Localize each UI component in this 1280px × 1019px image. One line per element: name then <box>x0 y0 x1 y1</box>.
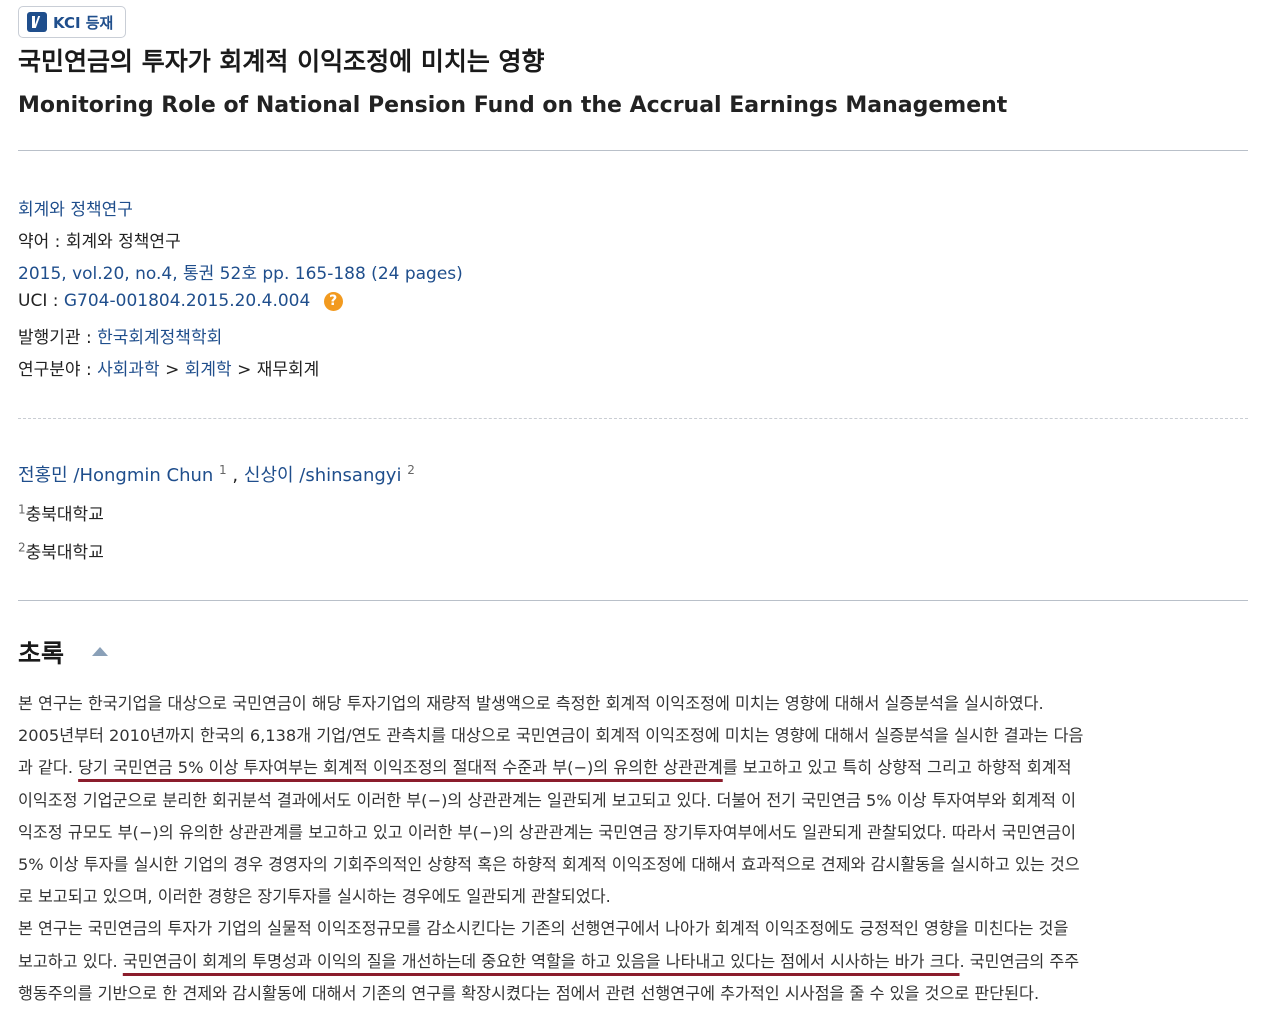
abbreviation-row: 약어 : 회계와 정책연구 <box>18 227 181 252</box>
abstract-text-segment: 본 연구는 국민연금의 투자가 기업의 실물적 이익조정규모를 감소시킨다는 기… <box>18 919 1069 939</box>
kci-badge: KCI 등재 <box>18 6 126 38</box>
field-link-social-science[interactable]: 사회과학 <box>97 360 160 380</box>
abstract-text-segment: 로 보고되고 있으며, 이러한 경향은 장기투자를 실시하는 경우에도 일관되게… <box>18 887 611 907</box>
abstract-text-segment: 행동주의를 기반으로 한 견제와 감시활동에 대해서 기존의 연구를 확장시켰다… <box>18 983 1040 1003</box>
abstract-line: 로 보고되고 있으며, 이러한 경향은 장기투자를 실시하는 경우에도 일관되게… <box>18 881 1248 913</box>
abstract-text-segment: 5% 이상 투자를 실시한 기업의 경우 경영자의 기회주의적인 상향적 혹은 … <box>18 854 1080 874</box>
abstract-line: 행동주의를 기반으로 한 견제와 감시활동에 대해서 기존의 연구를 확장시켰다… <box>18 978 1248 1010</box>
abstract-heading: 초록 <box>18 639 65 668</box>
abstract-line: 본 연구는 한국기업을 대상으로 국민연금이 해당 투자기업의 재량적 발생액으… <box>18 688 1248 720</box>
author-affiliation-number: 2 <box>407 463 415 477</box>
journal-name-row: 회계와 정책연구 <box>18 195 133 220</box>
breadcrumb-separator: > <box>237 360 252 380</box>
abstract-line: 익조정 규모도 부(−)의 유의한 상관관계를 보고하고 있고 이러한 부(−)… <box>18 817 1248 849</box>
journal-name-link[interactable]: 회계와 정책연구 <box>18 200 133 220</box>
abstract-line: 보고하고 있다. 국민연금이 회계의 투명성과 이익의 질을 개선하는데 중요한… <box>18 946 1248 978</box>
badge-label: KCI 등재 <box>53 13 114 32</box>
publisher-label: 발행기관 : <box>18 328 92 348</box>
publisher-row: 발행기관 : 한국회계정책학회 <box>18 323 222 348</box>
highlighted-text: 국민연금이 회계의 투명성과 이익의 질을 개선하는데 중요한 역할을 하고 있… <box>122 951 960 971</box>
abstract-text-segment: 2005년부터 2010년까지 한국의 6,138개 기업/연도 관측치를 대상… <box>18 726 1084 746</box>
uci-link[interactable]: G704-001804.2015.20.4.004 <box>64 291 310 311</box>
author-affiliation-number: 1 <box>219 463 227 477</box>
question-circle-icon[interactable]: ? <box>323 292 343 311</box>
affiliation-name: 충북대학교 <box>25 505 104 525</box>
abstract-text-segment: 과 같다. <box>18 758 79 778</box>
issue-link[interactable]: 2015, vol.20, no.4, 통권 52호 pp. 165-188 (… <box>18 264 463 284</box>
research-field-row: 연구분야 : 사회과학 > 회계학 > 재무회계 <box>18 355 319 380</box>
abbreviation-label: 약어 : <box>18 232 61 252</box>
author-separator: , <box>232 465 239 486</box>
abstract-line: 이익조정 기업군으로 분리한 회귀분석 결과에서도 이러한 부(−)의 상관관계… <box>18 785 1248 817</box>
affiliation-number: 1 <box>18 502 26 517</box>
kci-logo-icon <box>27 12 47 32</box>
abstract-text-segment: . 국민연금의 주주 <box>959 951 1080 971</box>
abstract-line: 2005년부터 2010년까지 한국의 6,138개 기업/연도 관측치를 대상… <box>18 720 1248 752</box>
field-financial-accounting: 재무회계 <box>256 360 320 380</box>
abstract-text: 본 연구는 한국기업을 대상으로 국민연금이 해당 투자기업의 재량적 발생액으… <box>18 688 1248 1010</box>
author-link[interactable]: 전홍민 /Hongmin Chun <box>18 465 213 486</box>
breadcrumb-separator: > <box>165 360 180 380</box>
authors-row: 전홍민 /Hongmin Chun 1 , 신상이 /shinsangyi 2 <box>18 461 415 487</box>
affiliation-row: 2충북대학교 <box>18 538 104 563</box>
affiliation-name: 충북대학교 <box>25 543 104 563</box>
abstract-line: 본 연구는 국민연금의 투자가 기업의 실물적 이익조정규모를 감소시킨다는 기… <box>18 913 1248 945</box>
abstract-text-segment: 보고하고 있다. <box>18 951 123 971</box>
abstract-text-segment: 를 보고하고 있고 특히 상향적 그리고 하향적 회계적 <box>722 758 1072 778</box>
uci-label: UCI : <box>18 291 59 311</box>
issue-row: 2015, vol.20, no.4, 통권 52호 pp. 165-188 (… <box>18 259 463 284</box>
abstract-line: 5% 이상 투자를 실시한 기업의 경우 경영자의 기회주의적인 상향적 혹은 … <box>18 849 1248 881</box>
divider <box>18 418 1248 419</box>
page-title: 국민연금의 투자가 회계적 이익조정에 미치는 영향 <box>18 47 545 76</box>
divider <box>18 600 1248 601</box>
field-label: 연구분야 : <box>18 360 92 380</box>
uci-row: UCI : G704-001804.2015.20.4.004 ? <box>18 291 343 311</box>
abbreviation-value: 회계와 정책연구 <box>65 232 181 252</box>
author-link[interactable]: 신상이 /shinsangyi <box>244 465 402 486</box>
abstract-text-segment: 이익조정 기업군으로 분리한 회귀분석 결과에서도 이러한 부(−)의 상관관계… <box>18 790 1077 810</box>
english-title: Monitoring Role of National Pension Fund… <box>18 93 1008 118</box>
collapse-toggle-icon[interactable] <box>92 647 108 656</box>
abstract-text-segment: 본 연구는 한국기업을 대상으로 국민연금이 해당 투자기업의 재량적 발생액으… <box>18 694 1044 713</box>
divider <box>18 150 1248 151</box>
abstract-line: 과 같다. 당기 국민연금 5% 이상 투자여부는 회계적 이익조정의 절대적 … <box>18 752 1248 784</box>
abstract-text-segment: 익조정 규모도 부(−)의 유의한 상관관계를 보고하고 있고 이러한 부(−)… <box>18 822 1077 842</box>
field-link-accounting[interactable]: 회계학 <box>185 360 232 380</box>
affiliation-row: 1충북대학교 <box>18 500 104 525</box>
affiliation-number: 2 <box>18 540 26 555</box>
highlighted-text: 당기 국민연금 5% 이상 투자여부는 회계적 이익조정의 절대적 수준과 부(… <box>78 758 723 778</box>
publisher-link[interactable]: 한국회계정책학회 <box>97 328 222 348</box>
